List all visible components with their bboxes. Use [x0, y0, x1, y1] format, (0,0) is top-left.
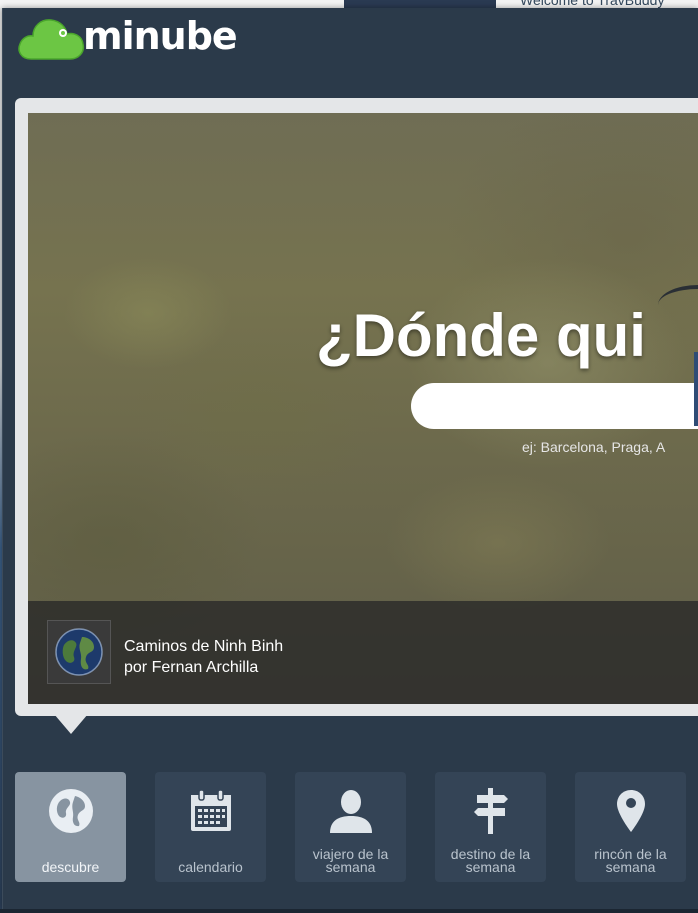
- background-dark-block: [344, 0, 496, 8]
- green-cloud-icon: [17, 13, 89, 63]
- background-welcome-text: Welcome to TravBuddy: [520, 0, 665, 8]
- minube-logo[interactable]: minube: [17, 13, 238, 63]
- earth-globe-icon[interactable]: [47, 620, 111, 684]
- destination-search-input[interactable]: [411, 383, 698, 429]
- photo-caption-bar[interactable]: Caminos de Ninh Binh por Fernan Archilla: [28, 601, 698, 704]
- nav-label: descubre: [41, 859, 100, 875]
- nav-label: destino de la semana: [450, 846, 531, 875]
- photo-title: Caminos de Ninh Binh: [124, 638, 284, 655]
- photo-caption-text[interactable]: Caminos de Ninh Binh por Fernan Archilla: [124, 636, 283, 678]
- hero-banner: ¿Dónde qui ej: Barcelona, Praga, A Camin…: [28, 113, 698, 704]
- nav-item-viajero-de-la-semana[interactable]: viajero de la semana: [295, 772, 406, 882]
- nav-item-destino-de-la-semana[interactable]: destino de la semana: [435, 772, 546, 882]
- globe-icon: [15, 786, 126, 836]
- signpost-icon: [435, 786, 546, 836]
- hero-pointer-arrow: [54, 714, 88, 734]
- nav-label: calendario: [178, 859, 243, 875]
- photo-author: por Fernan Archilla: [124, 659, 259, 676]
- background-page-top: Welcome to TravBuddy: [0, 0, 698, 8]
- nav-label: rincón de la semana: [594, 846, 667, 875]
- nav-item-rincon-de-la-semana[interactable]: rincón de la semana: [575, 772, 686, 882]
- nav-item-descubre[interactable]: descubre: [15, 772, 126, 882]
- nav-label: viajero de la semana: [312, 846, 389, 875]
- hero-decorative-arc: [658, 285, 698, 325]
- search-hint: ej: Barcelona, Praga, A: [522, 439, 666, 455]
- person-icon: [295, 786, 406, 836]
- nav-item-calendario[interactable]: calendario: [155, 772, 266, 882]
- right-edge-element: [694, 352, 698, 426]
- calendar-icon: [155, 786, 266, 836]
- map-pin-icon: [575, 786, 686, 836]
- background-page-bottom: [0, 909, 698, 913]
- hero-headline: ¿Dónde qui: [316, 302, 646, 369]
- logo-text: minube: [83, 14, 238, 58]
